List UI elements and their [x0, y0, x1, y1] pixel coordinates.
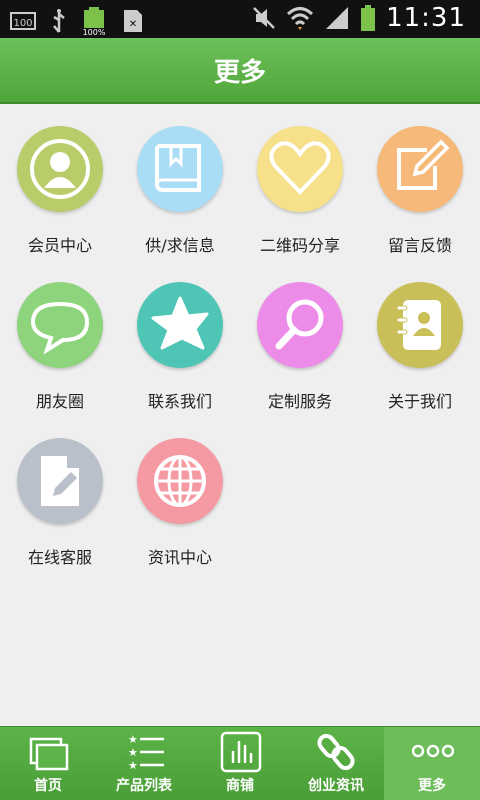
svg-text:100: 100	[13, 18, 32, 29]
menu-label: 关于我们	[387, 392, 452, 411]
nav-label: 更多	[418, 778, 446, 794]
heart-icon	[269, 141, 331, 195]
svg-text:★: ★	[128, 733, 138, 746]
wifi-icon	[287, 7, 314, 30]
contact-circle	[137, 282, 223, 368]
menu-item-moments[interactable]: 朋友圈	[0, 260, 120, 411]
status-left-icons: 100 100% ✕	[10, 6, 144, 36]
menu-label: 会员中心	[27, 236, 92, 255]
storage-100-icon: 100	[10, 12, 36, 30]
clock: 11:31	[386, 3, 466, 33]
menu-item-member-center[interactable]: 会员中心	[0, 104, 120, 255]
member-circle	[17, 126, 103, 212]
page-title: 更多	[213, 58, 266, 88]
app-header: 更多	[0, 38, 480, 104]
nav-startup-news[interactable]: 创业资讯	[288, 727, 384, 800]
usb-icon	[53, 9, 65, 33]
chat-bubble-icon	[30, 301, 90, 355]
battery-full-icon: 100%	[83, 7, 106, 36]
menu-item-contact-us[interactable]: 联系我们	[120, 260, 240, 411]
online-circle	[17, 438, 103, 524]
about-circle	[377, 282, 463, 368]
status-bar: 100 100% ✕ 11:31	[0, 0, 480, 38]
list-icon: ★ ★ ★	[128, 733, 164, 772]
nav-product-list[interactable]: ★ ★ ★ 产品列表	[96, 727, 192, 800]
nav-label: 首页	[34, 778, 62, 794]
moments-circle	[17, 282, 103, 368]
custom-circle	[257, 282, 343, 368]
nav-label: 商铺	[226, 778, 254, 794]
book-icon	[155, 144, 201, 192]
nav-more[interactable]: 更多	[384, 727, 480, 800]
menu-label: 在线客服	[27, 548, 92, 567]
document-edit-icon	[41, 456, 79, 506]
home-windows-icon	[29, 737, 69, 771]
nav-label: 创业资讯	[308, 778, 364, 794]
more-dots-icon	[412, 744, 454, 758]
magnifier-icon	[275, 299, 324, 350]
feedback-circle	[377, 126, 463, 212]
edit-icon	[397, 139, 450, 190]
nav-shop[interactable]: 商铺	[192, 727, 288, 800]
menu-item-supply-demand[interactable]: 供/求信息	[120, 104, 240, 255]
menu-label: 资讯中心	[147, 548, 212, 567]
menu-item-news-center[interactable]: 资讯中心	[120, 416, 240, 567]
globe-icon	[154, 455, 206, 507]
sim-icon: ✕	[124, 10, 142, 32]
menu-item-about-us[interactable]: 关于我们	[360, 260, 480, 411]
menu-item-qrcode-share[interactable]: 二维码分享	[240, 104, 360, 255]
shop-chart-icon	[220, 731, 262, 773]
svg-text:★: ★	[128, 759, 138, 772]
menu-label: 二维码分享	[259, 236, 340, 255]
nav-home[interactable]: 首页	[0, 727, 96, 800]
news-circle	[137, 438, 223, 524]
menu-label: 联系我们	[147, 392, 212, 411]
menu-item-feedback[interactable]: 留言反馈	[360, 104, 480, 255]
svg-text:✕: ✕	[129, 19, 137, 30]
menu-item-custom-service[interactable]: 定制服务	[240, 260, 360, 411]
menu-label: 供/求信息	[145, 236, 215, 255]
supply-circle	[137, 126, 223, 212]
battery-icon	[361, 5, 376, 31]
menu-label: 定制服务	[267, 392, 332, 411]
menu-label: 留言反馈	[387, 236, 452, 255]
bottom-nav: 首页 ★ ★ ★ 产品列表 商铺 创业资讯 更多	[0, 726, 480, 800]
svg-text:★: ★	[128, 746, 138, 759]
link-icon	[317, 733, 355, 771]
signal-icon	[326, 7, 349, 29]
qrcode-circle	[257, 126, 343, 212]
contact-book-icon	[396, 300, 441, 350]
nav-label: 产品列表	[116, 778, 172, 794]
member-icon	[30, 139, 90, 199]
menu-label: 朋友圈	[35, 392, 84, 411]
menu-item-online-service[interactable]: 在线客服	[0, 416, 120, 567]
star-icon	[151, 296, 209, 350]
status-right-icons: 11:31	[252, 3, 466, 33]
mute-icon	[253, 7, 275, 29]
battery-percent-label: 100%	[83, 28, 106, 36]
